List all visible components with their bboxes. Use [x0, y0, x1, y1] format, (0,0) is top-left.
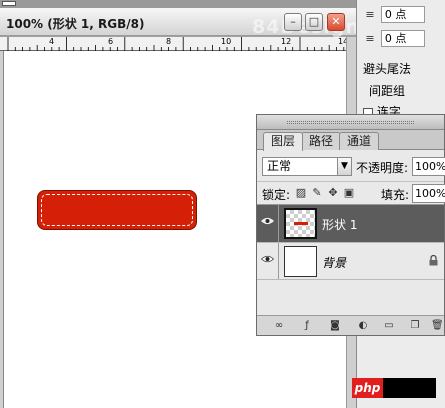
blend-mode-select[interactable]: 正常 ▼	[262, 157, 352, 176]
ruler-number: 4	[49, 37, 55, 46]
layer-thumbnail	[284, 246, 317, 277]
ruler-number: 10	[221, 37, 232, 46]
mojikumi-label: 间距组	[369, 84, 406, 98]
ruler-number: 8	[166, 37, 172, 46]
leading-icon: ≡	[365, 32, 375, 45]
document-title-bar[interactable]: 100% (形状 1, RGB/8) 84Design.com – □ ✕	[0, 8, 414, 38]
maximize-button[interactable]: □	[305, 13, 323, 31]
opacity-label: 不透明度:	[356, 161, 409, 175]
spacing-field-1[interactable]: 0 点	[380, 6, 425, 23]
panel-tabs: 图层 路径 通道	[257, 130, 444, 151]
layer-list: 形状 1 背景	[257, 204, 444, 314]
tab-layers[interactable]: 图层	[263, 132, 304, 151]
delete-layer-icon[interactable]: 🗑	[431, 320, 444, 332]
shape-thumbnail-mark	[294, 222, 308, 225]
visibility-toggle[interactable]	[257, 205, 279, 242]
minimize-button[interactable]: –	[284, 13, 302, 31]
fill-label: 填充:	[381, 188, 410, 202]
close-button[interactable]: ✕	[327, 13, 345, 31]
top-strip	[0, 0, 356, 8]
blend-mode-value: 正常	[267, 159, 292, 173]
spacing-row-2: ≡ 0 点	[363, 30, 425, 47]
lock-icon	[429, 255, 438, 266]
php-badge-bar	[383, 378, 436, 398]
new-layer-icon[interactable]: ❐	[409, 320, 421, 332]
adjustment-layer-icon[interactable]: ◐	[357, 320, 369, 332]
lock-image-icon[interactable]: ✎	[311, 187, 323, 199]
opacity-input[interactable]: 100%	[412, 157, 445, 176]
visibility-toggle[interactable]	[257, 243, 279, 279]
document-title: 100% (形状 1, RGB/8)	[6, 17, 145, 31]
lock-label: 锁定:	[262, 188, 291, 202]
leading-icon: ≡	[365, 8, 375, 21]
php-badge: php	[352, 378, 436, 398]
lock-row: 锁定: ▨ ✎ ✥ ▣ 填充: 100%	[257, 181, 445, 203]
lock-position-icon[interactable]: ✥	[327, 187, 339, 199]
add-mask-icon[interactable]: ◙	[329, 320, 341, 332]
eye-icon	[261, 255, 274, 263]
layer-row-shape-1[interactable]: 形状 1	[257, 205, 444, 243]
layer-row-background[interactable]: 背景	[257, 243, 444, 280]
kinsoku-label: 避头尾法	[363, 62, 412, 76]
panel-drag-handle[interactable]	[257, 115, 444, 130]
menu-fragment	[2, 1, 16, 6]
link-layers-icon[interactable]: ∞	[273, 320, 285, 332]
layers-panel-toolbar: ∞ ƒ ◙ ◐ ▭ ❐ 🗑	[257, 315, 444, 335]
layer-name: 背景	[322, 256, 347, 270]
spacing-field-2[interactable]: 0 点	[380, 30, 425, 47]
spacing-row-1: ≡ 0 点	[363, 6, 425, 23]
red-rounded-rectangle-shape[interactable]	[37, 190, 197, 230]
layer-name: 形状 1	[322, 218, 358, 232]
shape-path-outline	[41, 194, 193, 226]
lock-all-icon[interactable]: ▣	[343, 187, 355, 199]
ruler-number: 12	[281, 37, 292, 46]
fill-input[interactable]: 100%	[412, 184, 445, 203]
tab-paths[interactable]: 路径	[301, 132, 342, 150]
layer-thumbnail	[284, 208, 317, 239]
grip-icon	[287, 121, 414, 124]
horizontal-ruler[interactable]: 4 6 8 10 12 14	[0, 37, 348, 51]
lock-transparency-icon[interactable]: ▨	[295, 187, 307, 199]
new-group-icon[interactable]: ▭	[383, 320, 395, 332]
php-badge-text: php	[352, 378, 383, 398]
tab-channels[interactable]: 通道	[339, 132, 380, 150]
layer-style-icon[interactable]: ƒ	[301, 320, 313, 332]
layers-panel: 图层 路径 通道 正常 ▼ 不透明度: 100% 锁定: ▨ ✎ ✥ ▣ 填充:…	[256, 114, 445, 336]
ruler-number: 6	[108, 37, 114, 46]
eye-icon	[261, 217, 274, 225]
chevron-down-icon: ▼	[337, 158, 351, 175]
